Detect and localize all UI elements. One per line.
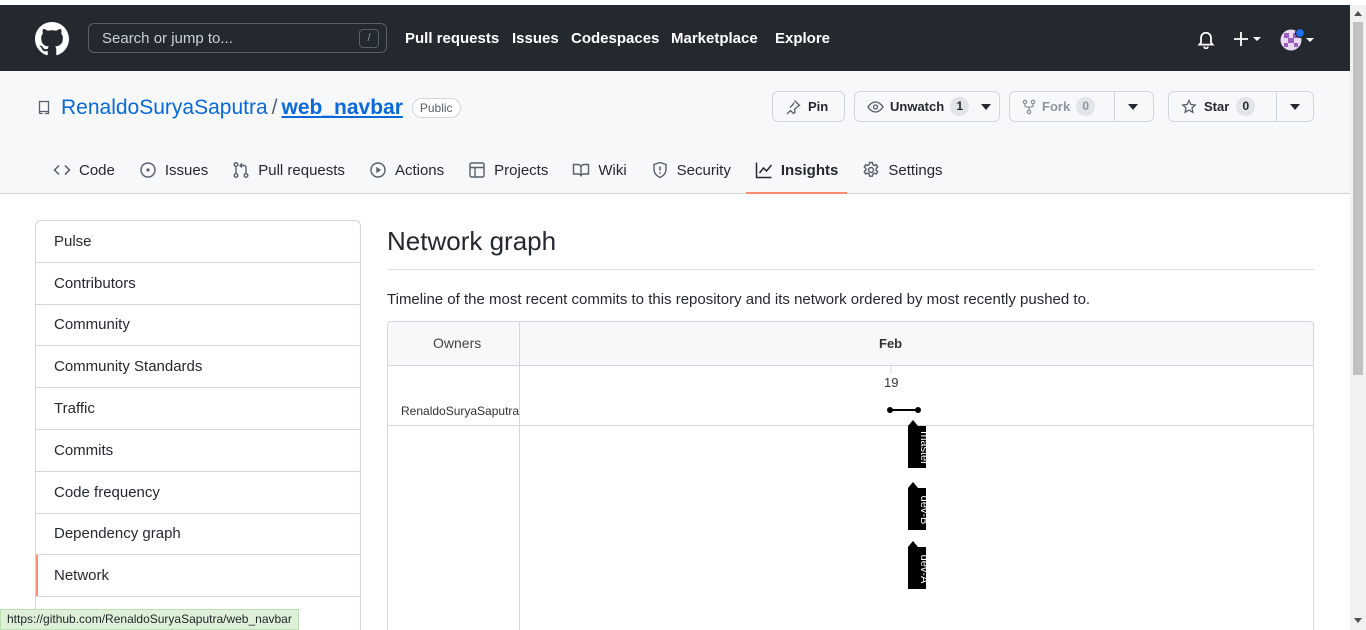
tab-label: Pull requests (258, 161, 345, 179)
search-input[interactable]: Search or jump to... / (88, 23, 387, 53)
sidebar-item-traffic[interactable]: Traffic (36, 388, 360, 430)
nav-marketplace[interactable]: Marketplace (671, 30, 758, 47)
browser-status-url: https://github.com/RenaldoSuryaSaputra/w… (0, 609, 299, 630)
sidebar-item-community-standards[interactable]: Community Standards (36, 346, 360, 389)
pin-label: Pin (808, 99, 829, 114)
tab-label: Issues (164, 161, 209, 179)
network-graph-canvas: master dev-B dev-A (887, 366, 930, 589)
sidebar-item-pulse[interactable]: Pulse (36, 221, 360, 263)
caret-down-icon (981, 103, 992, 110)
branch-label-dev-a[interactable]: dev-A (908, 541, 930, 589)
pin-button[interactable]: Pin (772, 91, 845, 122)
tab-projects[interactable]: Projects (459, 147, 557, 193)
sidebar-item-commits[interactable]: Commits (36, 430, 360, 472)
star-dropdown-button[interactable] (1276, 92, 1313, 121)
scrollbar-thumb[interactable] (1353, 22, 1363, 375)
nav-explore[interactable]: Explore (775, 30, 830, 47)
sidebar-item-network[interactable]: Network (36, 555, 360, 598)
commit-dot[interactable] (887, 407, 893, 413)
fork-dropdown-button[interactable] (1114, 92, 1151, 121)
fork-label: Fork (1042, 99, 1071, 114)
pull-request-icon (233, 162, 249, 178)
fork-icon (1022, 99, 1036, 114)
caret-down-icon (1290, 103, 1300, 110)
search-placeholder: Search or jump to... (102, 30, 233, 47)
eye-icon (867, 100, 884, 113)
tab-label: Code (79, 161, 115, 179)
sidebar-item-dependency-graph[interactable]: Dependency graph (36, 514, 360, 556)
page-scrollbar[interactable] (1350, 5, 1366, 630)
star-label: Star (1204, 99, 1230, 114)
fork-count: 0 (1076, 97, 1096, 116)
repo-icon (38, 100, 50, 115)
graph-icon (755, 162, 772, 179)
bell-icon[interactable] (1196, 29, 1216, 49)
tab-pull-requests[interactable]: Pull requests (223, 147, 354, 193)
create-new-plus-icon[interactable] (1233, 30, 1263, 48)
title-divider (387, 269, 1314, 270)
tab-label: Projects (494, 161, 549, 179)
repo-name-link[interactable]: web_navbar (281, 96, 402, 120)
nav-pull-requests[interactable]: Pull requests (405, 30, 499, 47)
user-avatar-icon[interactable] (1279, 27, 1315, 53)
commit-dot[interactable] (915, 407, 921, 413)
tab-insights[interactable]: Insights (745, 147, 848, 194)
github-logo-icon[interactable] (35, 22, 69, 56)
unwatch-label: Unwatch (890, 99, 945, 114)
play-icon (370, 162, 386, 178)
watch-count: 1 (950, 97, 970, 116)
gear-icon (863, 161, 879, 177)
unwatch-button[interactable]: Unwatch 1 (854, 91, 1000, 122)
fork-button[interactable]: Fork 0 (1010, 92, 1114, 121)
scroll-down-arrow-icon[interactable] (1354, 618, 1362, 623)
book-icon (573, 163, 590, 177)
sidebar-item-code-frequency[interactable]: Code frequency (36, 472, 360, 514)
nav-issues[interactable]: Issues (512, 30, 559, 47)
scroll-up-arrow-icon[interactable] (1354, 11, 1362, 16)
tab-label: Insights (780, 161, 839, 179)
branch-label-master[interactable]: master (908, 420, 930, 468)
tab-label: Security (676, 161, 731, 179)
shield-icon (652, 161, 667, 179)
branch-label-dev-b[interactable]: dev-B (908, 482, 930, 530)
repo-tabs: Code Issues Pull requests Actions Projec… (44, 147, 958, 194)
table-icon (469, 162, 485, 178)
page-title: Network graph (387, 226, 557, 256)
fork-button-group: Fork 0 (1009, 91, 1154, 122)
tab-wiki[interactable]: Wiki (563, 147, 635, 193)
network-graph[interactable]: Owners Feb 19 RenaldoSuryaSaputra master… (387, 321, 1314, 630)
sidebar-item-community[interactable]: Community (36, 305, 360, 347)
star-icon (1181, 98, 1197, 114)
caret-down-icon (1128, 103, 1138, 110)
tab-label: Actions (394, 161, 445, 179)
repo-owner-link[interactable]: RenaldoSuryaSaputra (61, 96, 268, 120)
repo-title: RenaldoSuryaSaputra / web_navbar Public (36, 94, 461, 122)
visibility-badge: Public (411, 98, 461, 118)
tab-label: Settings (888, 161, 943, 179)
global-header: Search or jump to... / Pull requests Iss… (0, 5, 1350, 71)
tab-settings[interactable]: Settings (853, 147, 951, 193)
insights-sidebar: Pulse Contributors Community Community S… (35, 220, 361, 630)
star-button[interactable]: Star 0 (1169, 92, 1276, 121)
branch-name: master (918, 431, 930, 465)
tab-code[interactable]: Code (44, 147, 124, 193)
pin-icon (786, 99, 801, 114)
repository-header: RenaldoSuryaSaputra / web_navbar Public … (0, 71, 1350, 194)
repo-separator: / (271, 96, 278, 119)
search-shortcut-key: / (359, 29, 379, 48)
star-count: 0 (1236, 97, 1256, 116)
sidebar-item-contributors[interactable]: Contributors (36, 263, 360, 305)
tab-actions[interactable]: Actions (360, 147, 453, 193)
tab-security[interactable]: Security (642, 147, 740, 193)
nav-codespaces[interactable]: Codespaces (571, 30, 659, 47)
star-button-group: Star 0 (1168, 91, 1314, 122)
tab-issues[interactable]: Issues (130, 147, 217, 193)
branch-name: dev-B (918, 496, 930, 525)
code-icon (53, 164, 71, 176)
issue-icon (140, 162, 156, 178)
tab-label: Wiki (598, 161, 627, 179)
branch-name: dev-A (918, 555, 930, 584)
page-description: Timeline of the most recent commits to t… (387, 291, 1091, 308)
